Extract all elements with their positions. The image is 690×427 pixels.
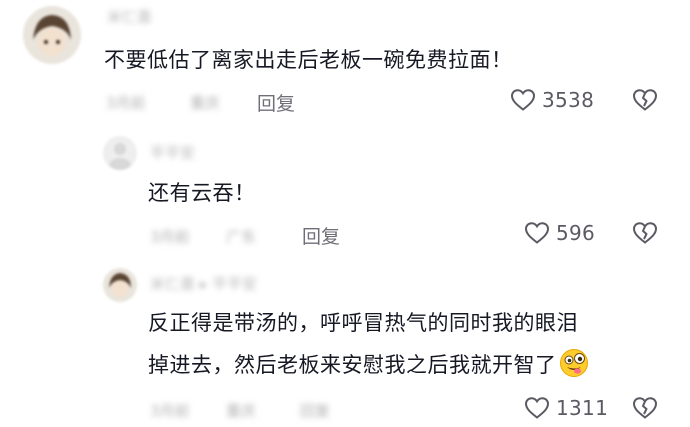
reply-button[interactable]: 回复 (257, 89, 295, 116)
comment-text-line-2-content: 掉进去，然后老板来安慰我之后我就开智了 (148, 353, 557, 377)
like-count: 1311 (556, 396, 609, 420)
avatar[interactable] (103, 268, 137, 302)
like-button[interactable]: 596 (524, 221, 595, 245)
avatar[interactable] (103, 136, 137, 170)
like-count: 3538 (542, 88, 595, 112)
comment-date: 3月前 (150, 402, 190, 420)
heart-outline-icon (524, 397, 550, 419)
reply-button[interactable]: 回复 (300, 400, 330, 421)
dislike-button[interactable] (632, 221, 658, 249)
like-button[interactable]: 1311 (524, 396, 608, 420)
reply-button[interactable]: 回复 (302, 222, 340, 249)
broken-heart-icon (632, 89, 658, 111)
comment-text-line-2: 掉进去，然后老板来安慰我之后我就开智了 (148, 348, 589, 380)
like-button[interactable]: 3538 (510, 88, 594, 112)
dislike-button[interactable] (632, 396, 658, 424)
heart-outline-icon (524, 222, 550, 244)
comment-text-line-1: 反正得是带汤的，呼呼冒热气的同时我的眼泪 (148, 311, 578, 335)
comment-location: 重庆 (190, 94, 221, 112)
zany-face-emoji (559, 349, 588, 377)
comment-1: 米仁喜 不要低估了离家出走后老板一碗免费拉面！ 3月前 重庆 回复 3538 (0, 0, 690, 122)
dislike-button[interactable] (632, 88, 658, 116)
like-count: 596 (556, 221, 596, 245)
comment-text: 不要低估了离家出走后老板一碗免费拉面！ (104, 48, 513, 72)
reply-comment-2: 米仁喜 ▸ 平平安 反正得是带汤的，呼呼冒热气的同时我的眼泪 掉进去，然后老板来… (0, 258, 690, 427)
comment-location: 广东 (226, 228, 257, 246)
comment-date: 3月前 (150, 228, 190, 246)
avatar[interactable] (23, 6, 81, 64)
heart-outline-icon (510, 89, 536, 111)
reply-comment-1: 平平安 还有云吞！ 3月前 广东 回复 596 (0, 122, 690, 252)
comment-text: 还有云吞！ (148, 181, 256, 205)
username[interactable]: 米仁喜 ▸ 平平安 (150, 273, 257, 294)
comment-section: 米仁喜 不要低估了离家出走后老板一碗免费拉面！ 3月前 重庆 回复 3538 平… (0, 0, 690, 427)
broken-heart-icon (632, 397, 658, 419)
username[interactable]: 米仁喜 (107, 6, 152, 27)
comment-location: 重庆 (226, 402, 257, 420)
comment-date: 3月前 (106, 94, 146, 112)
username[interactable]: 平平安 (150, 142, 195, 163)
broken-heart-icon (632, 222, 658, 244)
